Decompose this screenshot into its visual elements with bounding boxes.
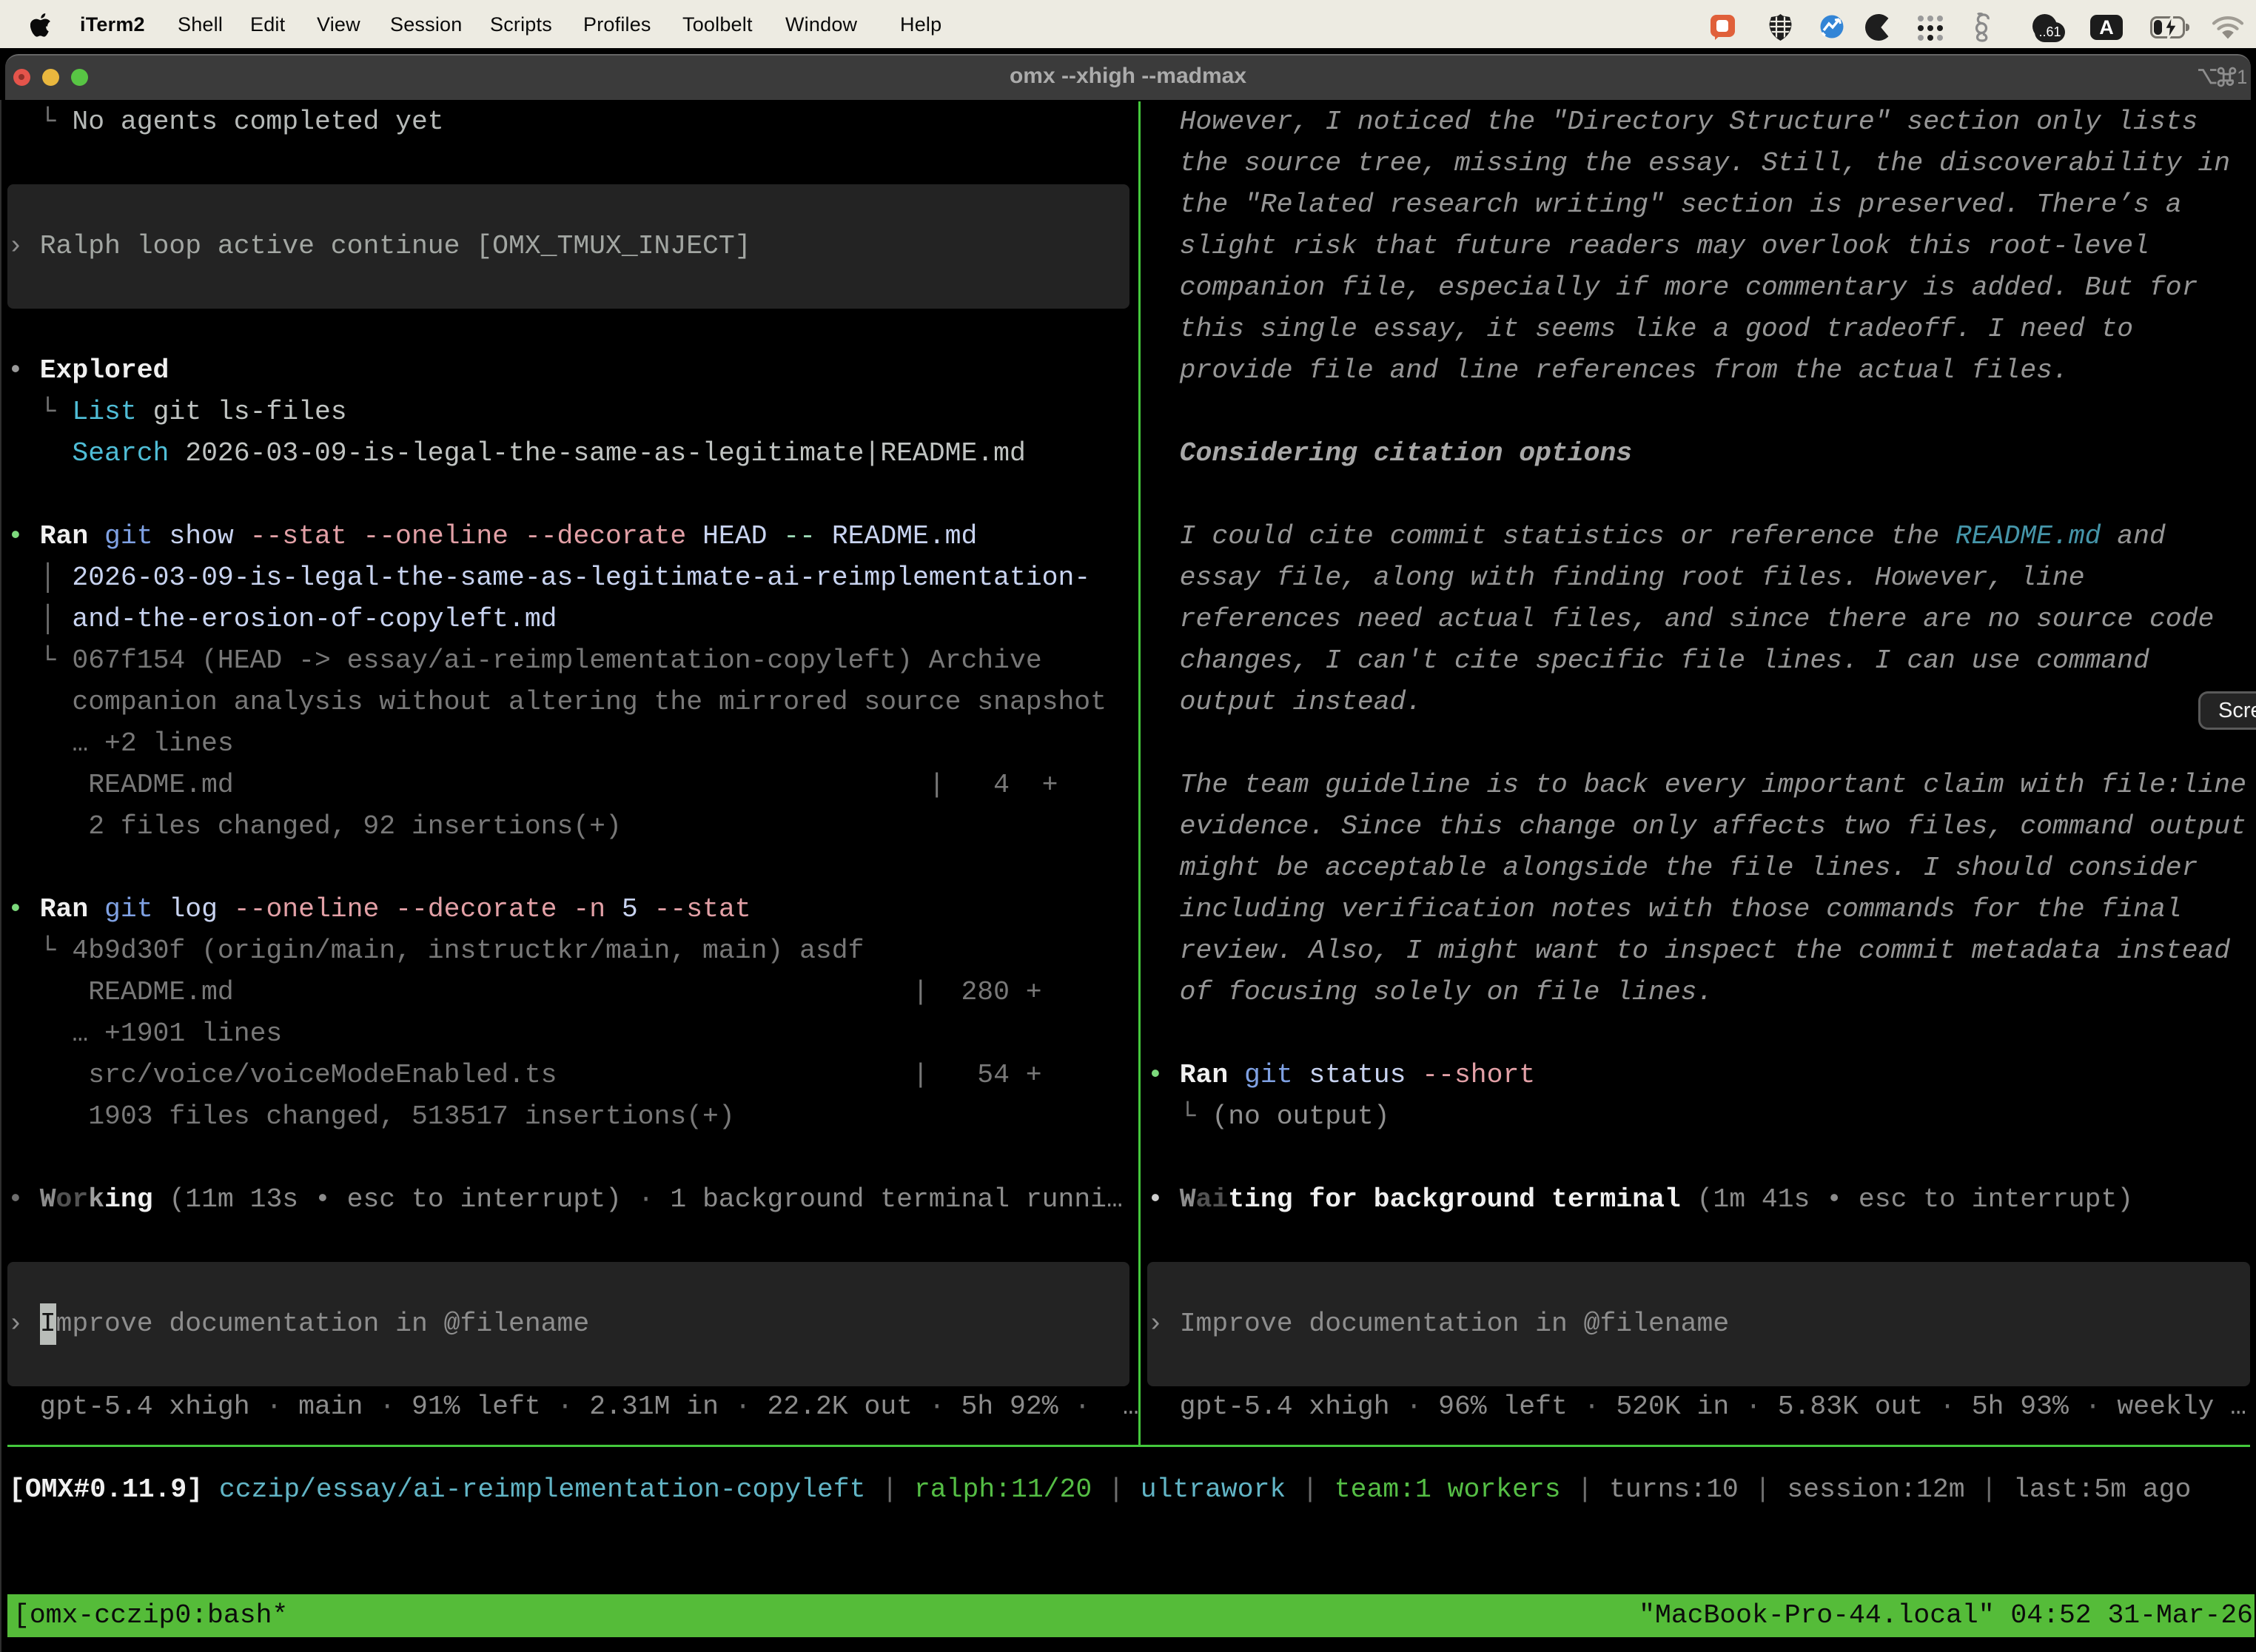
svg-text:1: 1 xyxy=(2237,66,2246,88)
